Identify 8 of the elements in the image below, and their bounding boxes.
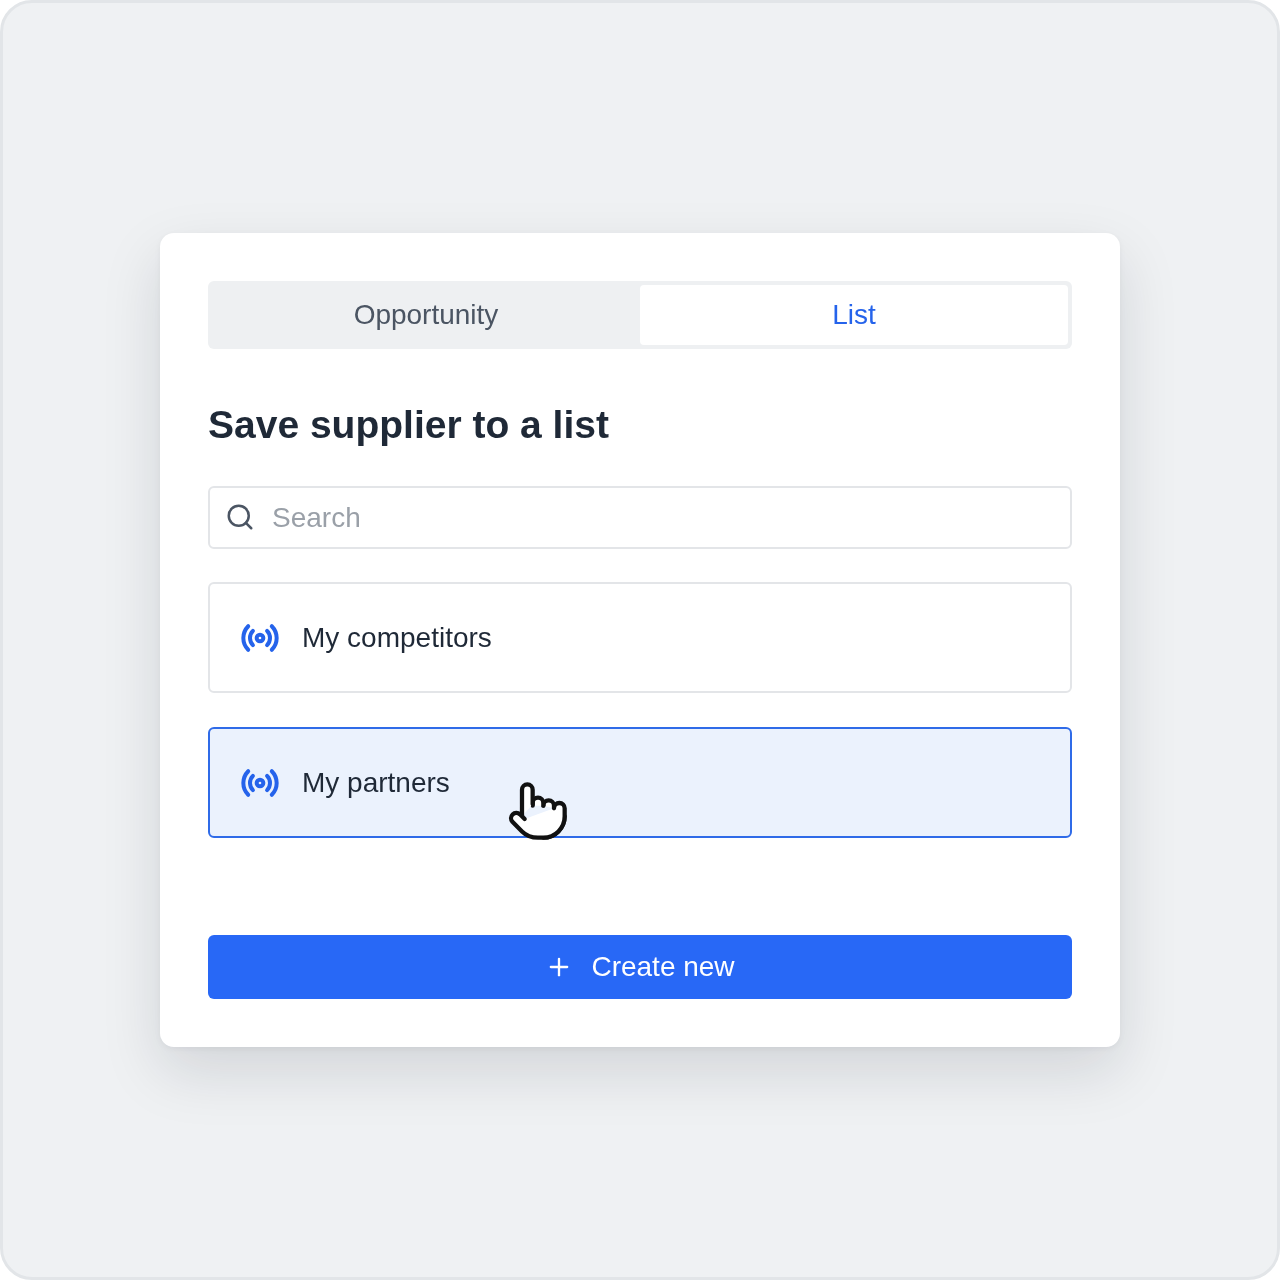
search-field[interactable]: Search [208,486,1072,549]
dialog-title: Save supplier to a list [208,402,610,448]
list-item[interactable]: My partners [208,727,1072,838]
create-new-button[interactable]: Create new [208,935,1072,999]
tab[interactable]: List [640,285,1068,345]
tab[interactable]: Opportunity [212,285,640,345]
search-icon [225,502,255,532]
list-item[interactable]: My competitors [208,582,1072,693]
